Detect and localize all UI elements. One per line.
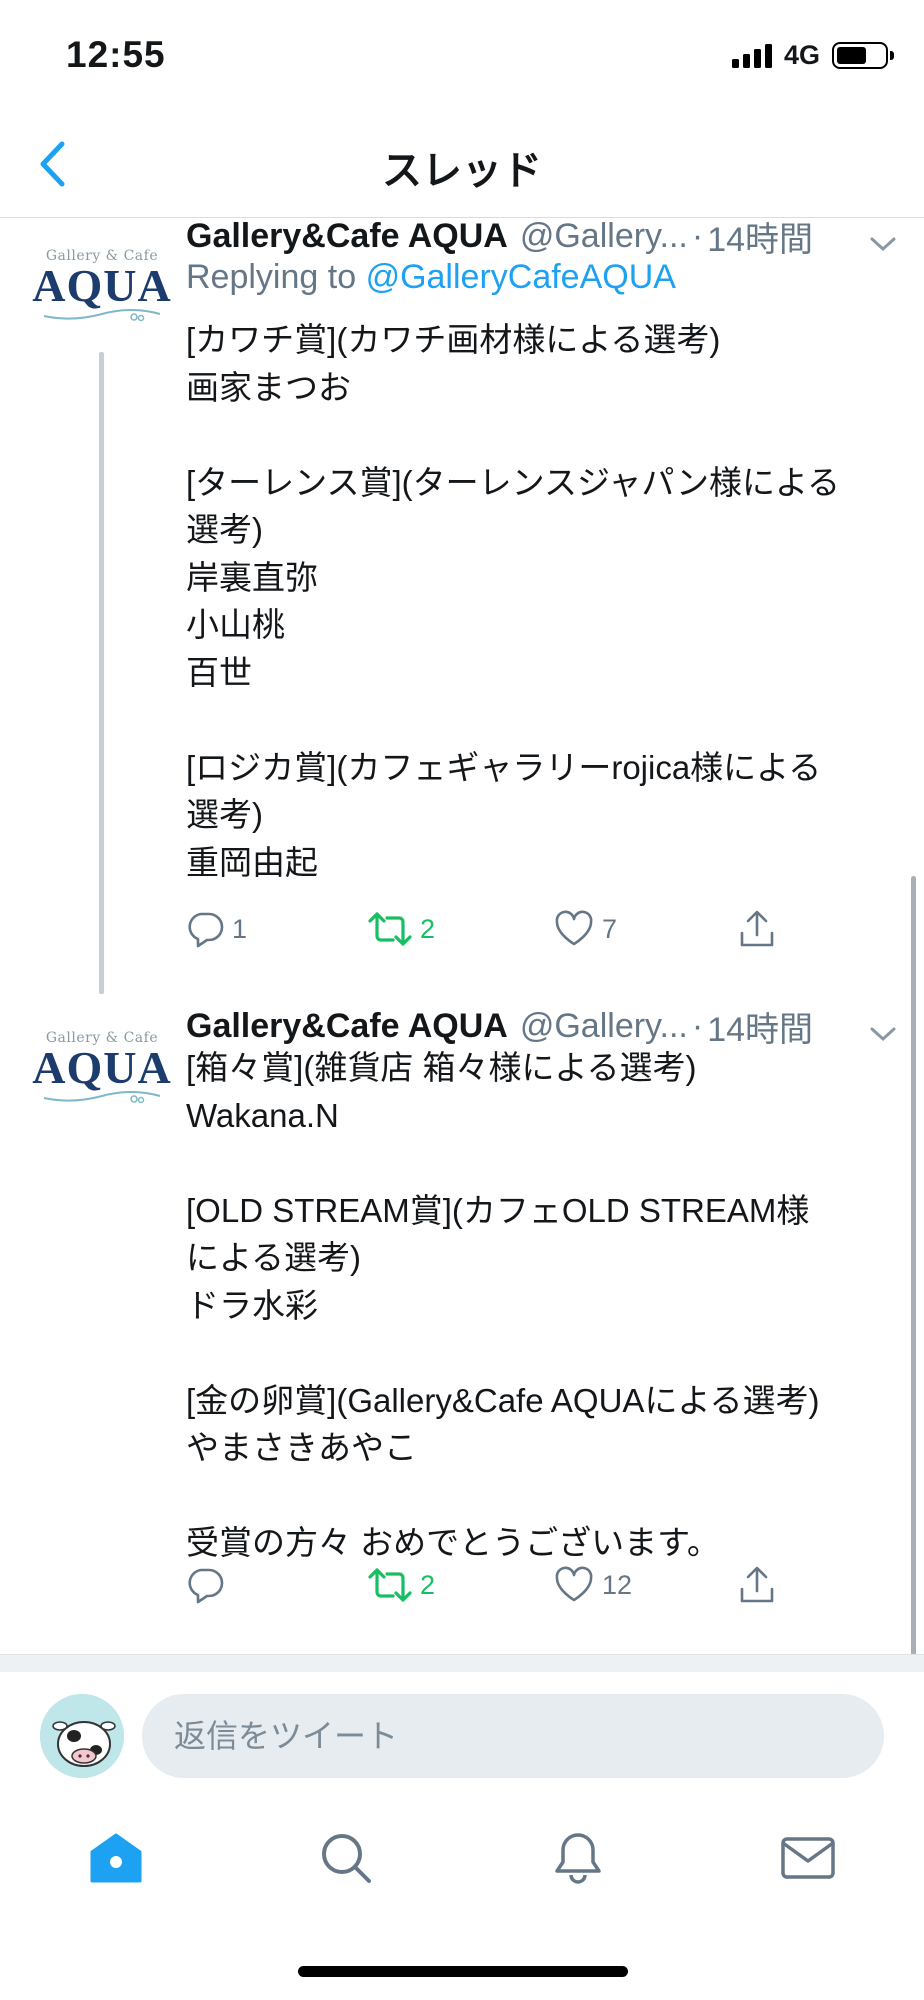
page-title: スレッド bbox=[382, 149, 542, 193]
notifications-icon bbox=[555, 1833, 601, 1884]
tab-home[interactable] bbox=[86, 1828, 146, 1888]
status-bar: 12:55 4G bbox=[0, 0, 924, 110]
home-icon bbox=[90, 1833, 142, 1883]
tweet-text: [箱々賞](雑貨店 箱々様による選考) Wakana.N [OLD STREAM賞]… bbox=[186, 1044, 896, 1567]
tweet-actions: 1 2 7 bbox=[186, 904, 786, 954]
reply-icon bbox=[188, 1568, 224, 1604]
tab-search[interactable] bbox=[316, 1828, 376, 1888]
tweet-text-line: [ターレンス賞](ターレンスジャパン様による bbox=[186, 463, 841, 501]
home-indicator[interactable] bbox=[298, 1966, 628, 1977]
heart-icon bbox=[555, 910, 593, 946]
tweet-text-line: [箱々賞](雑貨店 箱々様による選考) bbox=[186, 1049, 697, 1086]
retweet-count: 2 bbox=[420, 913, 436, 944]
separator: · bbox=[691, 218, 704, 255]
display-name[interactable]: Gallery&Cafe AQUA bbox=[186, 1007, 508, 1046]
retweet-button[interactable]: 2 bbox=[368, 904, 435, 954]
like-count: 7 bbox=[602, 913, 618, 944]
timestamp[interactable]: 14時間 bbox=[707, 218, 813, 261]
handle[interactable]: @Gallery... bbox=[520, 1007, 688, 1046]
tab-notifications[interactable] bbox=[548, 1828, 608, 1888]
reply-count: 1 bbox=[232, 913, 248, 944]
tweet-text-line: 選考) bbox=[186, 511, 263, 548]
wave-icon bbox=[43, 309, 161, 322]
avatar-logo-title: AQUA bbox=[32, 260, 172, 311]
reply-prefix: Replying to bbox=[186, 258, 357, 296]
reply-input[interactable] bbox=[142, 1694, 884, 1778]
tweet-header: Gallery&Cafe AQUA @Gallery... · 14時間 bbox=[186, 218, 896, 260]
tweet[interactable]: Gallery & Cafe AQUA Gallery&Cafe AQUA @G… bbox=[0, 1000, 924, 1654]
tweet-text-line: ドラ水彩 bbox=[186, 1286, 318, 1324]
divider bbox=[0, 1654, 924, 1672]
user-avatar[interactable] bbox=[40, 1694, 124, 1778]
avatar-logo-title: AQUA bbox=[32, 1042, 172, 1093]
tweet-text-line: [カワチ賞](カワチ画材様による選考) bbox=[186, 321, 721, 358]
search-icon bbox=[322, 1834, 371, 1883]
tweet[interactable]: Gallery & Cafe AQUA Gallery&Cafe AQUA @G… bbox=[0, 218, 924, 1000]
like-button[interactable]: 12 bbox=[554, 1560, 632, 1610]
network-type: 4G bbox=[783, 40, 820, 70]
reply-icon bbox=[188, 912, 224, 948]
status-indicators: 4G bbox=[731, 40, 894, 71]
display-name[interactable]: Gallery&Cafe AQUA bbox=[186, 218, 508, 256]
separator: · bbox=[691, 1006, 704, 1045]
reply-composer bbox=[0, 1672, 924, 1800]
tweet-text-line: 百世 bbox=[186, 653, 252, 691]
tweet-text-line: 岸裏直弥 bbox=[186, 558, 318, 596]
handle[interactable]: @Gallery... bbox=[520, 218, 688, 256]
tweet-text-line: 選考) bbox=[186, 796, 263, 833]
reply-button[interactable]: 1 bbox=[186, 904, 247, 954]
tweet-text: [カワチ賞](カワチ画材様による選考) 画家まつお [ターレンス賞](ターレンスジャ… bbox=[186, 316, 896, 886]
share-button[interactable] bbox=[738, 1560, 776, 1610]
share-button[interactable] bbox=[738, 904, 776, 954]
replying-to: Replying to @GalleryCafeAQUA bbox=[186, 258, 676, 297]
tab-bar bbox=[0, 1800, 924, 1920]
tweet-text-line: [ロジカ賞](カフェギャラリーrojica様による bbox=[186, 748, 822, 786]
nav-header: スレッド bbox=[0, 110, 924, 218]
tweet-text-line: による選考) bbox=[186, 1239, 361, 1276]
status-time: 12:55 bbox=[66, 34, 166, 75]
share-icon bbox=[740, 1566, 774, 1603]
retweet-count: 2 bbox=[420, 1569, 436, 1600]
wave-icon bbox=[43, 1091, 161, 1104]
heart-icon bbox=[555, 1566, 593, 1602]
like-count: 12 bbox=[602, 1569, 633, 1600]
tweet-text-line: Wakana.N bbox=[186, 1096, 339, 1134]
tweet-header: Gallery&Cafe AQUA @Gallery... · 14時間 bbox=[186, 1002, 896, 1050]
tweet-text-line: [OLD STREAM賞](カフェOLD STREAM様 bbox=[186, 1191, 810, 1229]
avatar[interactable]: Gallery & Cafe AQUA bbox=[32, 1030, 171, 1110]
signal-icon bbox=[731, 43, 772, 68]
tweet-text-line: [金の卵賞](Gallery&Cafe AQUAによる選考) bbox=[186, 1381, 820, 1419]
tweet-text-line: やまさきあやこ bbox=[186, 1429, 417, 1466]
like-button[interactable]: 7 bbox=[554, 904, 617, 954]
tweet-text-line: 画家まつお bbox=[186, 368, 351, 406]
retweet-icon bbox=[368, 912, 412, 946]
cow-avatar-icon bbox=[40, 1694, 124, 1778]
share-icon bbox=[740, 910, 774, 947]
scrollbar[interactable] bbox=[911, 876, 916, 1656]
messages-icon bbox=[781, 1837, 835, 1879]
tweet-actions: 2 12 bbox=[186, 1560, 786, 1610]
battery-icon bbox=[832, 42, 894, 69]
avatar[interactable]: Gallery & Cafe AQUA bbox=[32, 248, 171, 328]
retweet-icon bbox=[368, 1568, 412, 1602]
reply-button[interactable] bbox=[186, 1560, 232, 1610]
tab-messages[interactable] bbox=[778, 1828, 838, 1888]
thread[interactable]: Gallery & Cafe AQUA Gallery&Cafe AQUA @G… bbox=[0, 218, 924, 1654]
tweet-text-line: 小山桃 bbox=[186, 606, 285, 643]
retweet-button[interactable]: 2 bbox=[368, 1560, 435, 1610]
tweet-text-line: 重岡由起 bbox=[186, 843, 318, 881]
reply-mention-link[interactable]: @GalleryCafeAQUA bbox=[366, 258, 676, 296]
thread-connector bbox=[99, 352, 104, 994]
chevron-down-icon[interactable] bbox=[870, 222, 896, 261]
